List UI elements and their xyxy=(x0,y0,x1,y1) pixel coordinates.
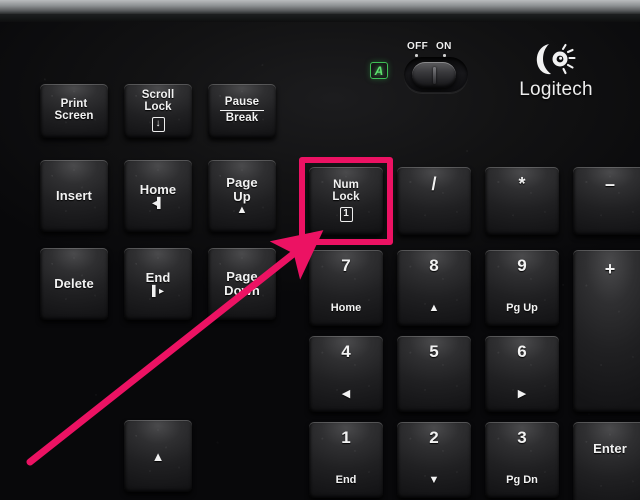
numpad-7-key[interactable]: 7 Home xyxy=(309,250,383,326)
key-label: Delete xyxy=(54,276,94,292)
power-switch-on-label: ON xyxy=(436,41,452,52)
key-label: + xyxy=(604,259,616,279)
logitech-mark-icon xyxy=(536,43,576,75)
home-key[interactable]: Home ◂▌ xyxy=(124,160,192,232)
key-label: 4 xyxy=(341,342,351,361)
key-label-line1: Pause xyxy=(224,95,260,108)
key-label: 6 xyxy=(517,342,527,361)
key-label: – xyxy=(604,174,616,194)
key-sublabel: Pg Up xyxy=(506,301,538,314)
power-switch-off-dot xyxy=(415,54,418,57)
logitech-wordmark: Logitech xyxy=(519,79,593,100)
key-label: 2 xyxy=(429,428,439,447)
logitech-branding: Logitech xyxy=(506,40,606,101)
triangle-up-icon: ▲ xyxy=(236,204,248,217)
arrow-down-icon: ▼ xyxy=(428,474,440,486)
num-lock-indicator-icon: 1 xyxy=(339,206,353,222)
power-switch-toggle[interactable] xyxy=(412,62,456,88)
arrow-up-icon: ▲ xyxy=(151,448,165,464)
key-label: / xyxy=(431,174,437,194)
power-switch-off-label: OFF xyxy=(407,41,429,52)
key-label-line2: Up xyxy=(233,188,251,204)
key-label: * xyxy=(518,174,526,194)
numpad-multiply-key[interactable]: * xyxy=(485,167,559,235)
numpad-6-key[interactable]: 6 ▶ xyxy=(485,336,559,412)
arrow-left-icon: ◀ xyxy=(341,388,351,400)
next-track-icon: ▌▸ xyxy=(151,285,165,297)
key-label: 7 xyxy=(341,256,351,275)
key-label: 9 xyxy=(517,256,527,275)
delete-key[interactable]: Delete xyxy=(40,248,108,320)
keyboard-top-bezel xyxy=(0,0,640,14)
numpad-8-key[interactable]: 8 ▲ xyxy=(397,250,471,326)
key-label: Insert xyxy=(55,188,92,204)
key-sublabel: End xyxy=(335,473,357,486)
end-key[interactable]: End ▌▸ xyxy=(124,248,192,320)
key-label-line2: Lock xyxy=(144,101,172,113)
key-label-line2: Down xyxy=(224,283,260,298)
numpad-enter-key[interactable]: Enter xyxy=(573,422,640,500)
num-lock-key[interactable]: Num Lock 1 xyxy=(309,167,383,235)
keyboard-photo: A OFF ON Logitech Print Screen Scroll Lo… xyxy=(0,0,640,500)
key-label: End xyxy=(145,270,171,286)
page-up-key[interactable]: Page Up ▲ xyxy=(208,160,276,232)
numpad-2-key[interactable]: 2 ▼ xyxy=(397,422,471,498)
key-label: Home xyxy=(139,182,177,198)
key-label: 8 xyxy=(429,256,439,275)
numpad-plus-key[interactable]: + xyxy=(573,250,640,412)
key-label-line2: Screen xyxy=(54,110,94,122)
pause-break-key[interactable]: Pause Break xyxy=(208,84,276,138)
caps-lock-indicator-icon: A xyxy=(370,62,388,79)
insert-key[interactable]: Insert xyxy=(40,160,108,232)
prev-track-icon: ◂▌ xyxy=(151,197,165,209)
numpad-5-key[interactable]: 5 xyxy=(397,336,471,412)
print-screen-key[interactable]: Print Screen xyxy=(40,84,108,138)
page-down-key[interactable]: Page Down xyxy=(208,248,276,320)
arrow-up-icon: ▲ xyxy=(428,302,440,314)
key-label-line1: Page xyxy=(226,269,258,285)
key-label: 5 xyxy=(429,342,439,361)
key-sublabel: Home xyxy=(330,301,362,314)
scroll-lock-key[interactable]: Scroll Lock ↓ xyxy=(124,84,192,138)
arrow-up-key[interactable]: ▲ xyxy=(124,420,192,492)
key-label-line2: Lock xyxy=(332,191,360,203)
key-label-line2: Break xyxy=(225,112,259,125)
key-label: Enter xyxy=(593,441,627,456)
arrow-right-icon: ▶ xyxy=(517,388,527,400)
key-label: 1 xyxy=(341,428,351,447)
numpad-9-key[interactable]: 9 Pg Up xyxy=(485,250,559,326)
scroll-lock-indicator-icon: ↓ xyxy=(151,116,165,132)
numpad-4-key[interactable]: 4 ◀ xyxy=(309,336,383,412)
numpad-1-key[interactable]: 1 End xyxy=(309,422,383,498)
key-label: 3 xyxy=(517,428,527,447)
numpad-3-key[interactable]: 3 Pg Dn xyxy=(485,422,559,498)
pause-break-divider xyxy=(220,109,264,112)
numpad-divide-key[interactable]: / xyxy=(397,167,471,235)
numpad-minus-key[interactable]: – xyxy=(573,167,640,235)
key-label-line1: Page xyxy=(226,174,258,190)
key-sublabel: Pg Dn xyxy=(506,473,538,486)
